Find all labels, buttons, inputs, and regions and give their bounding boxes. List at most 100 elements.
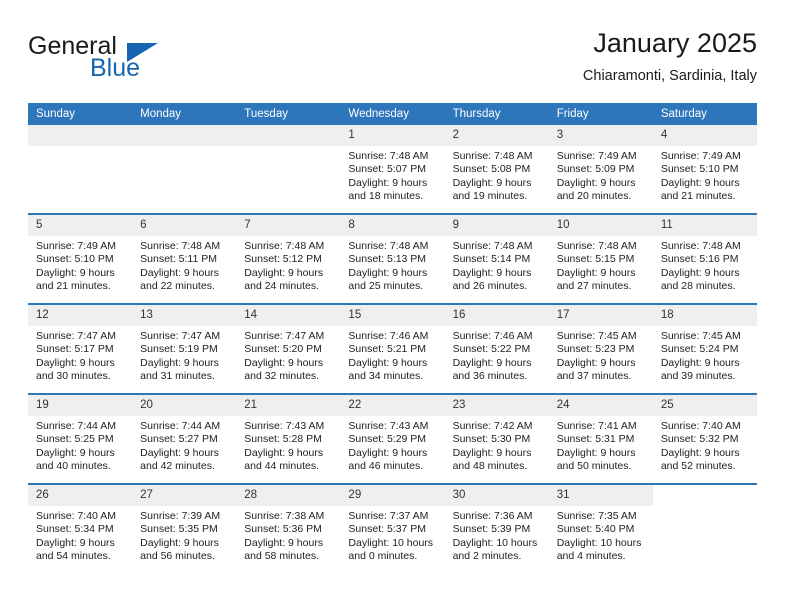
- calendar-cell[interactable]: 22 Sunrise: 7:43 AM Sunset: 5:29 PM Dayl…: [340, 393, 445, 484]
- calendar-cell[interactable]: 1 Sunrise: 7:48 AM Sunset: 5:07 PM Dayli…: [340, 125, 445, 214]
- day-cell[interactable]: 14 Sunrise: 7:47 AM Sunset: 5:20 PM Dayl…: [236, 305, 341, 393]
- day-cell[interactable]: 16 Sunrise: 7:46 AM Sunset: 5:22 PM Dayl…: [444, 305, 549, 393]
- calendar-cell[interactable]: 8 Sunrise: 7:48 AM Sunset: 5:13 PM Dayli…: [340, 213, 445, 304]
- daylight-text-line2: and 27 minutes.: [556, 280, 632, 293]
- calendar-cell[interactable]: 12 Sunrise: 7:47 AM Sunset: 5:17 PM Dayl…: [28, 303, 133, 394]
- day-number: 5: [28, 215, 133, 236]
- day-cell[interactable]: 29 Sunrise: 7:37 AM Sunset: 5:37 PM Dayl…: [340, 485, 445, 573]
- daylight-text-line2: and 31 minutes.: [140, 370, 215, 383]
- day-cell[interactable]: 1 Sunrise: 7:48 AM Sunset: 5:07 PM Dayli…: [340, 125, 445, 213]
- daylight-text-line1: Daylight: 9 hours: [556, 266, 636, 279]
- sunset-text: Sunset: 5:10 PM: [660, 163, 739, 176]
- calendar-cell[interactable]: 16 Sunrise: 7:46 AM Sunset: 5:22 PM Dayl…: [444, 303, 549, 394]
- day-cell[interactable]: 3 Sunrise: 7:49 AM Sunset: 5:09 PM Dayli…: [548, 125, 653, 213]
- calendar-cell[interactable]: [132, 125, 237, 214]
- day-cell[interactable]: 23 Sunrise: 7:42 AM Sunset: 5:30 PM Dayl…: [444, 395, 549, 483]
- day-cell[interactable]: 12 Sunrise: 7:47 AM Sunset: 5:17 PM Dayl…: [28, 305, 133, 393]
- calendar-cell[interactable]: [236, 125, 341, 214]
- general-blue-logo[interactable]: General Blue: [28, 32, 208, 92]
- day-cell[interactable]: 20 Sunrise: 7:44 AM Sunset: 5:27 PM Dayl…: [132, 395, 237, 483]
- day-info: Sunrise: 7:40 AM Sunset: 5:32 PM Dayligh…: [653, 416, 757, 474]
- calendar-cell[interactable]: 25 Sunrise: 7:40 AM Sunset: 5:32 PM Dayl…: [652, 393, 757, 484]
- day-cell[interactable]: 8 Sunrise: 7:48 AM Sunset: 5:13 PM Dayli…: [340, 215, 445, 303]
- daylight-text-line2: and 46 minutes.: [348, 460, 424, 473]
- sunset-text: Sunset: 5:29 PM: [348, 433, 427, 446]
- day-cell[interactable]: [236, 125, 341, 213]
- calendar-cell[interactable]: 15 Sunrise: 7:46 AM Sunset: 5:21 PM Dayl…: [340, 303, 445, 394]
- day-cell[interactable]: 10 Sunrise: 7:48 AM Sunset: 5:15 PM Dayl…: [548, 215, 653, 303]
- day-cell[interactable]: 7 Sunrise: 7:48 AM Sunset: 5:12 PM Dayli…: [236, 215, 341, 303]
- daylight-text-line1: Daylight: 9 hours: [244, 356, 324, 369]
- sunrise-text: Sunrise: 7:48 AM: [452, 240, 533, 252]
- day-cell[interactable]: 13 Sunrise: 7:47 AM Sunset: 5:19 PM Dayl…: [132, 305, 237, 393]
- calendar-cell[interactable]: 11 Sunrise: 7:48 AM Sunset: 5:16 PM Dayl…: [652, 213, 757, 304]
- day-info: Sunrise: 7:36 AM Sunset: 5:39 PM Dayligh…: [445, 506, 549, 564]
- calendar-cell[interactable]: 4 Sunrise: 7:49 AM Sunset: 5:10 PM Dayli…: [652, 125, 757, 214]
- day-number: 25: [652, 395, 757, 416]
- sunrise-text: Sunrise: 7:45 AM: [556, 330, 637, 342]
- day-cell[interactable]: [653, 485, 757, 573]
- day-info: Sunrise: 7:48 AM Sunset: 5:14 PM Dayligh…: [445, 236, 549, 294]
- calendar-week-row: 1 Sunrise: 7:48 AM Sunset: 5:07 PM Dayli…: [28, 125, 757, 214]
- day-cell[interactable]: 11 Sunrise: 7:48 AM Sunset: 5:16 PM Dayl…: [652, 215, 757, 303]
- day-cell[interactable]: 21 Sunrise: 7:43 AM Sunset: 5:28 PM Dayl…: [236, 395, 341, 483]
- daylight-text-line2: and 21 minutes.: [36, 280, 111, 293]
- sunrise-text: Sunrise: 7:48 AM: [348, 240, 429, 252]
- day-cell[interactable]: 30 Sunrise: 7:36 AM Sunset: 5:39 PM Dayl…: [444, 485, 549, 573]
- day-cell[interactable]: 6 Sunrise: 7:48 AM Sunset: 5:11 PM Dayli…: [132, 215, 237, 303]
- day-number: 4: [652, 125, 757, 146]
- calendar-cell[interactable]: 29 Sunrise: 7:37 AM Sunset: 5:37 PM Dayl…: [340, 483, 445, 573]
- calendar-cell[interactable]: 5 Sunrise: 7:49 AM Sunset: 5:10 PM Dayli…: [28, 213, 133, 304]
- calendar-cell[interactable]: 14 Sunrise: 7:47 AM Sunset: 5:20 PM Dayl…: [236, 303, 341, 394]
- day-cell[interactable]: 5 Sunrise: 7:49 AM Sunset: 5:10 PM Dayli…: [28, 215, 133, 303]
- calendar-cell[interactable]: 2 Sunrise: 7:48 AM Sunset: 5:08 PM Dayli…: [444, 125, 549, 214]
- day-cell[interactable]: 19 Sunrise: 7:44 AM Sunset: 5:25 PM Dayl…: [28, 395, 133, 483]
- calendar-cell[interactable]: [28, 125, 133, 214]
- day-number: 21: [236, 395, 341, 416]
- calendar-cell[interactable]: 13 Sunrise: 7:47 AM Sunset: 5:19 PM Dayl…: [132, 303, 237, 394]
- calendar-cell[interactable]: 20 Sunrise: 7:44 AM Sunset: 5:27 PM Dayl…: [132, 393, 237, 484]
- calendar-cell[interactable]: 23 Sunrise: 7:42 AM Sunset: 5:30 PM Dayl…: [444, 393, 549, 484]
- day-number: [28, 125, 133, 146]
- day-info: Sunrise: 7:48 AM Sunset: 5:15 PM Dayligh…: [549, 236, 653, 294]
- day-cell[interactable]: [132, 125, 237, 213]
- day-cell[interactable]: 25 Sunrise: 7:40 AM Sunset: 5:32 PM Dayl…: [652, 395, 757, 483]
- daylight-text-line2: and 28 minutes.: [660, 280, 736, 293]
- calendar-cell[interactable]: 26 Sunrise: 7:40 AM Sunset: 5:34 PM Dayl…: [28, 483, 133, 573]
- day-number: 28: [236, 485, 341, 506]
- day-cell[interactable]: 24 Sunrise: 7:41 AM Sunset: 5:31 PM Dayl…: [548, 395, 653, 483]
- day-cell[interactable]: 27 Sunrise: 7:39 AM Sunset: 5:35 PM Dayl…: [132, 485, 237, 573]
- calendar-cell[interactable]: 9 Sunrise: 7:48 AM Sunset: 5:14 PM Dayli…: [444, 213, 549, 304]
- calendar-cell[interactable]: 18 Sunrise: 7:45 AM Sunset: 5:24 PM Dayl…: [652, 303, 757, 394]
- day-cell[interactable]: 26 Sunrise: 7:40 AM Sunset: 5:34 PM Dayl…: [28, 485, 133, 573]
- day-number: 6: [132, 215, 237, 236]
- calendar-cell[interactable]: 24 Sunrise: 7:41 AM Sunset: 5:31 PM Dayl…: [548, 393, 653, 484]
- calendar-cell[interactable]: 19 Sunrise: 7:44 AM Sunset: 5:25 PM Dayl…: [28, 393, 133, 484]
- daylight-text-line2: and 4 minutes.: [556, 550, 626, 563]
- calendar-cell[interactable]: 17 Sunrise: 7:45 AM Sunset: 5:23 PM Dayl…: [548, 303, 653, 394]
- calendar-cell[interactable]: 6 Sunrise: 7:48 AM Sunset: 5:11 PM Dayli…: [132, 213, 237, 304]
- day-cell[interactable]: 17 Sunrise: 7:45 AM Sunset: 5:23 PM Dayl…: [548, 305, 653, 393]
- daylight-text-line1: Daylight: 10 hours: [452, 536, 538, 549]
- daylight-text-line1: Daylight: 9 hours: [348, 356, 428, 369]
- daylight-text-line1: Daylight: 10 hours: [556, 536, 642, 549]
- calendar-cell[interactable]: 10 Sunrise: 7:48 AM Sunset: 5:15 PM Dayl…: [548, 213, 653, 304]
- day-cell[interactable]: 31 Sunrise: 7:35 AM Sunset: 5:40 PM Dayl…: [548, 485, 653, 573]
- calendar-cell[interactable]: 28 Sunrise: 7:38 AM Sunset: 5:36 PM Dayl…: [236, 483, 341, 573]
- calendar-cell[interactable]: 30 Sunrise: 7:36 AM Sunset: 5:39 PM Dayl…: [444, 483, 549, 573]
- day-cell[interactable]: [28, 125, 133, 213]
- calendar-cell[interactable]: 7 Sunrise: 7:48 AM Sunset: 5:12 PM Dayli…: [236, 213, 341, 304]
- day-cell[interactable]: 18 Sunrise: 7:45 AM Sunset: 5:24 PM Dayl…: [652, 305, 757, 393]
- calendar-cell[interactable]: 27 Sunrise: 7:39 AM Sunset: 5:35 PM Dayl…: [132, 483, 237, 573]
- day-cell[interactable]: 2 Sunrise: 7:48 AM Sunset: 5:08 PM Dayli…: [444, 125, 549, 213]
- calendar-cell[interactable]: 21 Sunrise: 7:43 AM Sunset: 5:28 PM Dayl…: [236, 393, 341, 484]
- day-cell[interactable]: 4 Sunrise: 7:49 AM Sunset: 5:10 PM Dayli…: [652, 125, 757, 213]
- calendar-body: 1 Sunrise: 7:48 AM Sunset: 5:07 PM Dayli…: [28, 125, 757, 573]
- calendar-cell[interactable]: 31 Sunrise: 7:35 AM Sunset: 5:40 PM Dayl…: [548, 483, 653, 573]
- calendar-cell[interactable]: [652, 483, 757, 573]
- day-cell[interactable]: 28 Sunrise: 7:38 AM Sunset: 5:36 PM Dayl…: [236, 485, 341, 573]
- calendar-cell[interactable]: 3 Sunrise: 7:49 AM Sunset: 5:09 PM Dayli…: [548, 125, 653, 214]
- day-cell[interactable]: 15 Sunrise: 7:46 AM Sunset: 5:21 PM Dayl…: [340, 305, 445, 393]
- day-cell[interactable]: 9 Sunrise: 7:48 AM Sunset: 5:14 PM Dayli…: [444, 215, 549, 303]
- day-cell[interactable]: 22 Sunrise: 7:43 AM Sunset: 5:29 PM Dayl…: [340, 395, 445, 483]
